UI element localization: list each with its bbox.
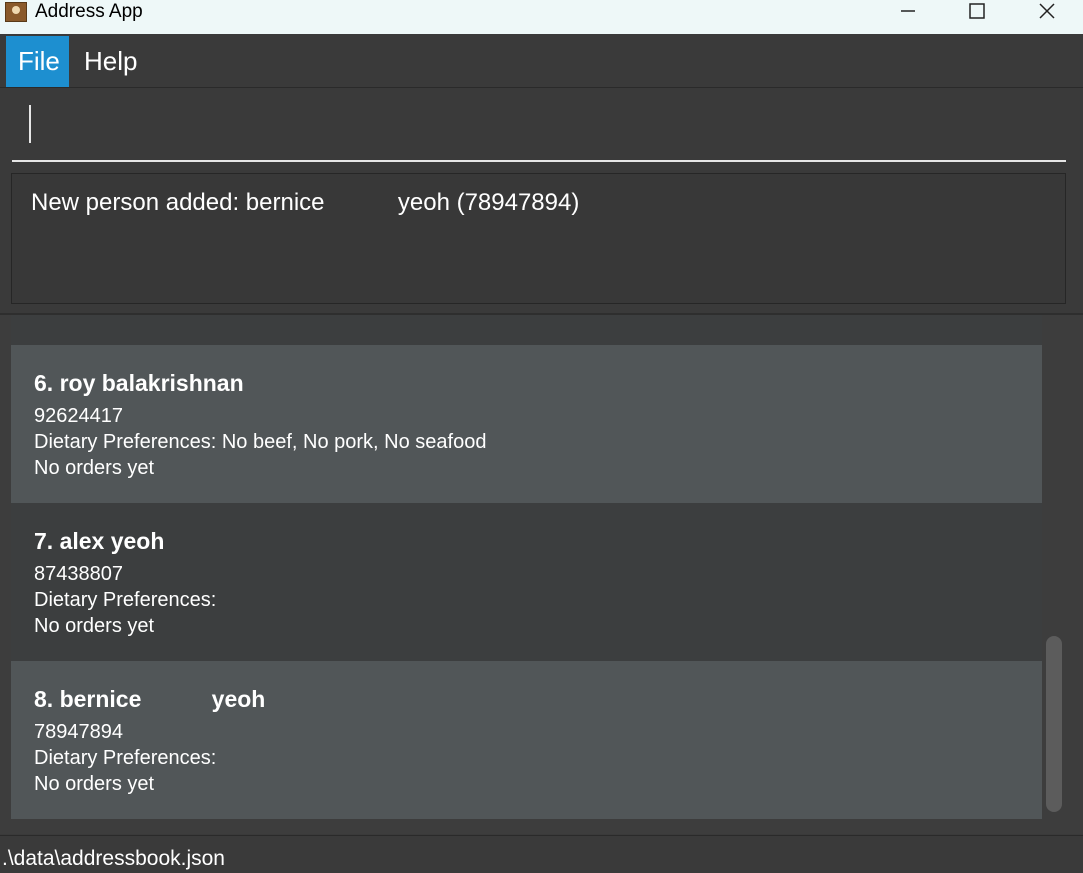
menu-help[interactable]: Help	[72, 36, 149, 87]
maximize-button[interactable]	[942, 0, 1012, 24]
scrollbar-thumb[interactable]	[1046, 636, 1062, 812]
person-dietary: Dietary Preferences:	[34, 589, 217, 611]
person-card[interactable]: 7. alex yeoh 87438807 Dietary Preference…	[11, 503, 1042, 661]
maximize-icon	[969, 3, 985, 19]
person-orders: No orders yet	[34, 773, 155, 795]
command-area	[0, 88, 1083, 163]
person-card-partial[interactable]	[11, 315, 1042, 345]
person-orders: No orders yet	[34, 615, 155, 637]
close-icon	[1039, 3, 1055, 19]
address-book-icon	[5, 2, 27, 22]
person-orders: No orders yet	[34, 457, 155, 479]
title-bar: Address App	[0, 0, 1083, 34]
person-name: 7. alex yeoh	[34, 528, 165, 554]
result-display: New person added: bernice yeoh (78947894…	[11, 173, 1066, 304]
data-file-path: .\data\addressbook.json	[2, 847, 225, 870]
command-input[interactable]	[12, 96, 1066, 162]
person-card[interactable]: 8. bernice yeoh 78947894 Dietary Prefere…	[11, 661, 1042, 819]
minimize-button[interactable]	[873, 0, 943, 24]
minimize-icon	[901, 10, 915, 12]
menu-bar: File Help	[0, 34, 1083, 88]
text-caret	[29, 105, 31, 143]
person-phone: 87438807	[34, 563, 123, 585]
person-name: 6. roy balakrishnan	[34, 370, 244, 396]
close-button[interactable]	[1012, 0, 1082, 24]
result-message: New person added: bernice yeoh (78947894…	[31, 189, 580, 216]
person-phone: 92624417	[34, 405, 123, 427]
person-list[interactable]: 6. roy balakrishnan 92624417 Dietary Pre…	[0, 315, 1083, 834]
window-title: Address App	[35, 1, 143, 22]
person-dietary: Dietary Preferences: No beef, No pork, N…	[34, 431, 487, 453]
person-phone: 78947894	[34, 721, 123, 743]
person-name: 8. bernice yeoh	[34, 686, 266, 712]
status-bar: .\data\addressbook.json	[0, 835, 1083, 873]
person-card[interactable]: 6. roy balakrishnan 92624417 Dietary Pre…	[11, 345, 1042, 503]
menu-file[interactable]: File	[6, 36, 69, 87]
person-dietary: Dietary Preferences:	[34, 747, 217, 769]
